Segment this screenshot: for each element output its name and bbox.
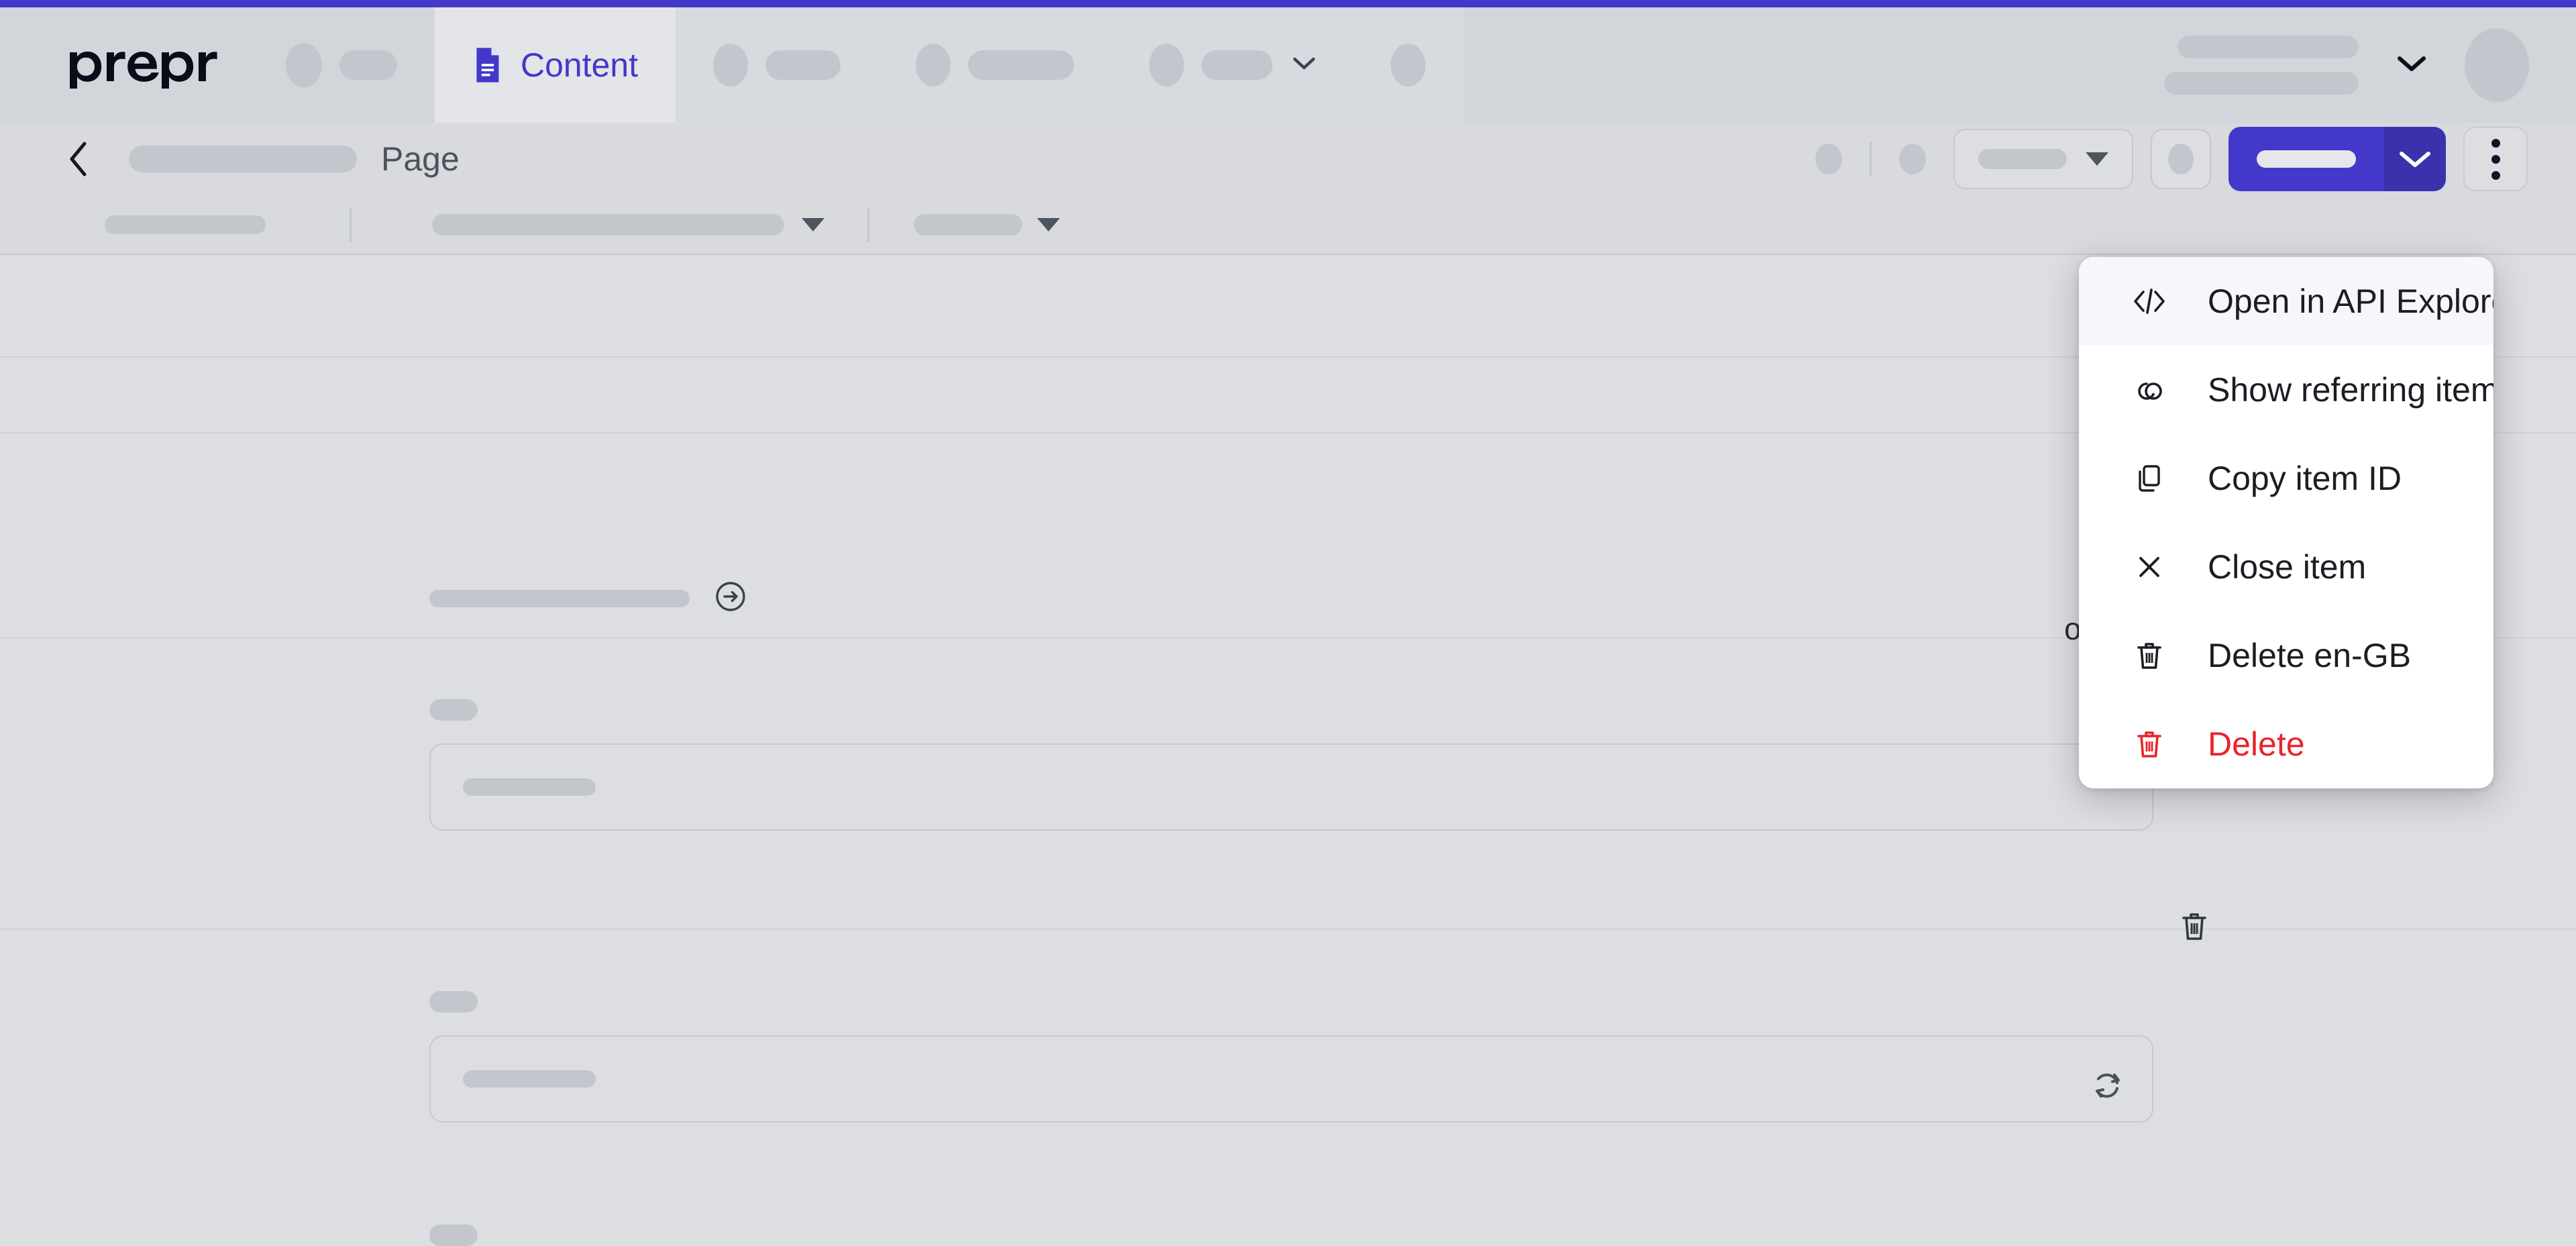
menu-item-label: Delete en-GB <box>2208 637 2411 674</box>
caret-down-icon[interactable] <box>802 217 824 231</box>
tab-icon-placeholder <box>286 43 322 87</box>
toolbar-divider <box>1870 142 1872 176</box>
page-title: Page <box>381 140 460 178</box>
field-group-3 <box>429 1225 478 1246</box>
filter-divider-1 <box>350 207 352 242</box>
more-options-icon <box>2491 138 2500 148</box>
item-subheader: Page <box>0 123 2576 255</box>
nav-tab-content[interactable]: Content <box>435 7 676 123</box>
nav-tab-placeholder-1[interactable] <box>676 7 879 123</box>
filter-divider-2 <box>867 207 869 242</box>
field-label-placeholder <box>429 991 478 1013</box>
field-label-placeholder <box>429 1225 478 1246</box>
toolbar-icon-square <box>2168 144 2194 174</box>
arrow-right-circle-icon[interactable] <box>715 581 746 615</box>
filter-placeholder-0[interactable] <box>105 215 266 234</box>
toolbar-icon-button-2[interactable] <box>1886 133 1939 185</box>
toolbar-icon-2 <box>1899 144 1926 174</box>
menu-item-label: Show referring items <box>2208 371 2493 409</box>
account-line-1 <box>2178 36 2359 58</box>
copy-icon <box>2131 460 2167 497</box>
back-button[interactable] <box>59 140 98 178</box>
slug-placeholder <box>429 589 690 607</box>
nav-tab-placeholder-4[interactable] <box>1353 7 1464 123</box>
trash-icon[interactable] <box>2179 911 2210 946</box>
tab-icon-placeholder <box>1391 44 1426 87</box>
publish-split-button[interactable] <box>2229 127 2446 191</box>
field-input-1[interactable] <box>429 743 2153 831</box>
publish-label-placeholder <box>2257 150 2356 168</box>
locale-value-placeholder <box>1978 149 2067 169</box>
field-input-2[interactable] <box>429 1035 2153 1123</box>
field-group-1 <box>429 699 2153 831</box>
menu-item-label: Copy item ID <box>2208 460 2402 497</box>
account-line-2 <box>2164 72 2359 95</box>
trash-icon <box>2131 637 2167 674</box>
breadcrumb[interactable] <box>129 146 357 172</box>
close-x-icon <box>2131 549 2167 585</box>
tab-label-placeholder <box>339 50 397 80</box>
nav-tabs: Content <box>248 7 1464 123</box>
nav-tab-placeholder-0[interactable] <box>248 7 435 123</box>
tab-label-placeholder <box>765 50 841 80</box>
menu-item-copy-item-id[interactable]: Copy item ID <box>2079 434 2493 523</box>
publish-button[interactable] <box>2229 127 2384 191</box>
menu-item-close-item[interactable]: Close item <box>2079 523 2493 611</box>
nav-tab-placeholder-2[interactable] <box>878 7 1112 123</box>
item-toolbar <box>1803 123 2528 195</box>
filter-placeholder-1[interactable] <box>432 213 784 236</box>
account-menu[interactable] <box>2164 28 2529 102</box>
more-options-icon-dot <box>2491 154 2500 164</box>
locale-select[interactable] <box>1953 129 2133 189</box>
menu-item-label: Delete <box>2208 725 2305 763</box>
menu-item-label: Close item <box>2208 548 2367 586</box>
menu-item-show-referring-items[interactable]: Show referring items <box>2079 346 2493 434</box>
prepr-logo[interactable] <box>67 42 248 89</box>
caret-down-icon <box>2086 152 2108 166</box>
field-value-placeholder <box>463 1070 596 1088</box>
nav-tab-placeholder-3[interactable] <box>1112 7 1354 123</box>
nav-tab-content-label: Content <box>521 46 639 84</box>
toolbar-icon-square-button[interactable] <box>2151 129 2211 189</box>
toolbar-icon-1 <box>1815 144 1842 174</box>
tab-icon-placeholder <box>713 44 749 87</box>
top-navigation-bar: Content <box>0 7 2576 123</box>
document-content-icon <box>472 46 503 85</box>
field-value-placeholder <box>463 778 596 796</box>
menu-item-open-in-api-explorer[interactable]: Open in API Explorer <box>2079 257 2493 346</box>
trash-icon <box>2131 726 2167 762</box>
caret-down-icon[interactable] <box>1037 217 1060 231</box>
item-context-menu[interactable]: Open in API Explorer Show referring item… <box>2079 257 2493 788</box>
tab-label-placeholder <box>1201 50 1273 80</box>
account-name-placeholder <box>2164 36 2359 95</box>
more-options-button[interactable] <box>2463 127 2528 191</box>
more-options-icon-dot <box>2491 170 2500 180</box>
slug-link-row[interactable] <box>429 581 746 615</box>
link-chain-icon <box>2131 372 2167 408</box>
tab-icon-placeholder <box>916 44 951 87</box>
tab-label-placeholder <box>968 50 1075 80</box>
chevron-down-icon[interactable] <box>2396 54 2427 77</box>
menu-item-delete[interactable]: Delete <box>2079 700 2493 788</box>
publish-dropdown-toggle[interactable] <box>2384 127 2446 191</box>
code-brackets-icon <box>2131 283 2167 319</box>
chevron-down-icon <box>1293 56 1316 74</box>
menu-item-label: Open in API Explorer <box>2208 282 2493 320</box>
rotate-refresh-icon[interactable] <box>2090 1067 2125 1104</box>
menu-item-delete-locale[interactable]: Delete en-GB <box>2079 611 2493 700</box>
subheader-row-filters <box>0 195 2576 254</box>
toolbar-icon-button-1[interactable] <box>1803 133 1855 185</box>
field-group-2 <box>429 991 2153 1123</box>
tab-icon-placeholder <box>1149 44 1185 87</box>
top-accent-bar <box>0 0 2576 7</box>
user-avatar[interactable] <box>2465 28 2529 102</box>
filter-placeholder-2[interactable] <box>914 213 1022 236</box>
field-label-placeholder <box>429 699 478 721</box>
